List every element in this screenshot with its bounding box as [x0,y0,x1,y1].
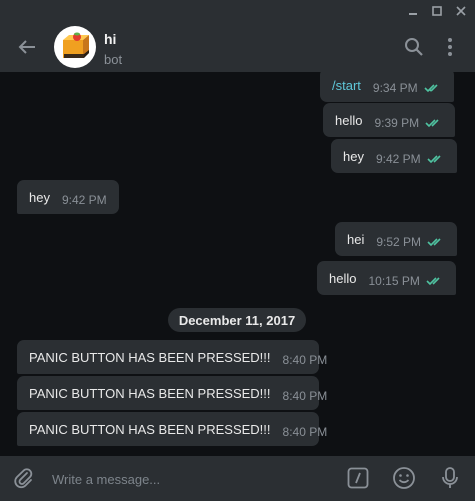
message-text[interactable]: hei [347,232,364,247]
read-checkmark-icon [426,277,440,286]
message-text[interactable]: PANIC BUTTON HAS BEEN PRESSED!!! [29,350,271,365]
microphone-icon[interactable] [440,466,460,490]
message-bubble[interactable]: hey 9:42 PM [17,180,119,214]
message-time: 10:15 PM [368,274,420,288]
message-composer [0,456,475,501]
message-time: 8:40 PM [282,389,328,403]
message-time: 9:42 PM [61,193,107,207]
message-bubble[interactable]: hello 10:15 PM [317,261,456,295]
chat-status: bot [104,52,123,67]
message-time: 8:40 PM [282,353,328,367]
read-checkmark-icon [427,155,441,164]
message-time: 8:40 PM [282,425,328,439]
date-separator: December 11, 2017 [168,308,306,332]
message-text[interactable]: hey [343,149,364,164]
message-list[interactable]: /start 9:34 PM hello 9:39 PM hey 9:42 PM… [0,72,475,456]
search-icon[interactable] [404,37,424,57]
message-text[interactable]: /start [332,78,361,93]
more-options-icon[interactable] [444,36,456,58]
message-bubble[interactable]: PANIC BUTTON HAS BEEN PRESSED!!! 8:40 PM [17,376,327,410]
maximize-window-icon[interactable] [428,2,446,20]
message-text[interactable]: PANIC BUTTON HAS BEEN PRESSED!!! [29,386,271,401]
message-bubble[interactable]: PANIC BUTTON HAS BEEN PRESSED!!! 8:40 PM [17,412,327,446]
message-bubble[interactable]: hello 9:39 PM [323,103,456,137]
window-titlebar [0,0,475,22]
bot-avatar[interactable] [54,26,96,68]
minimize-window-icon[interactable] [404,2,422,20]
bot-avatar-image [63,32,89,58]
message-text[interactable]: PANIC BUTTON HAS BEEN PRESSED!!! [29,422,271,437]
read-checkmark-icon [425,119,439,128]
message-bubble[interactable]: hei 9:52 PM [335,222,458,256]
message-bubble[interactable]: hey 9:42 PM [331,139,457,173]
message-text[interactable]: hello [329,271,356,286]
message-text[interactable]: hello [335,113,362,128]
message-time: 9:52 PM [376,235,422,249]
message-bubble[interactable]: /start 9:34 PM [320,72,454,102]
attach-paperclip-icon[interactable] [12,467,34,489]
message-bubble[interactable]: PANIC BUTTON HAS BEEN PRESSED!!! 8:40 PM [17,340,327,374]
emoji-icon[interactable] [392,466,416,490]
chat-title[interactable]: hi [104,31,116,47]
message-time: 9:42 PM [375,152,421,166]
message-time: 9:34 PM [372,81,418,95]
chat-header: hi bot [0,22,475,72]
close-window-icon[interactable] [452,2,470,20]
read-checkmark-icon [427,238,441,247]
bot-commands-icon[interactable] [347,467,369,489]
message-time: 9:39 PM [374,116,420,130]
back-arrow-icon[interactable] [16,36,38,58]
read-checkmark-icon [424,84,438,93]
message-text[interactable]: hey [29,190,50,205]
message-input[interactable] [52,468,332,490]
